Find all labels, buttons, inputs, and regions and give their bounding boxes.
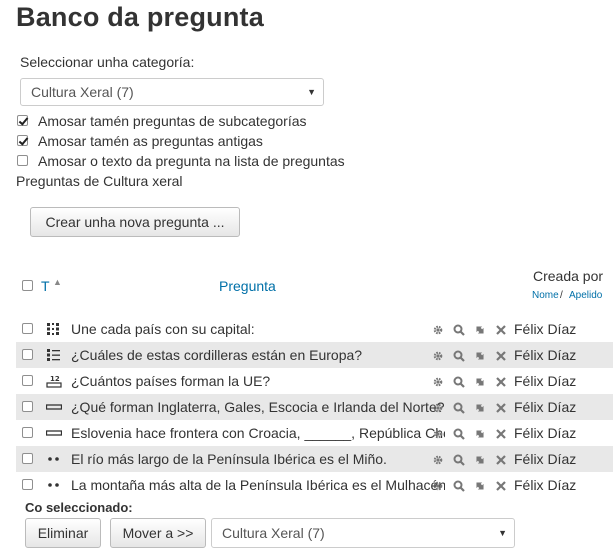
target-category-select[interactable]: Cultura Xeral (7) ▼ [211,518,515,548]
move-arrows-icon[interactable] [474,401,486,413]
table-row: Eslovenia hace frontera con Croacia, ___… [16,420,613,446]
show-old-questions-checkbox[interactable] [17,135,28,146]
select-all-checkbox[interactable] [22,280,33,291]
delete-x-icon[interactable] [495,323,507,335]
with-selected-label: Co seleccionado: [25,500,133,515]
table-row: 12 ¿Cuántos países forman la UE? Félix Día… [16,368,613,394]
move-arrows-icon[interactable] [474,479,486,491]
preview-magnifier-icon[interactable] [453,323,465,336]
row-select-checkbox[interactable] [22,349,33,360]
row-select-checkbox[interactable] [22,453,33,464]
move-arrows-icon[interactable] [474,323,486,335]
gear-icon[interactable] [432,401,444,413]
gear-icon[interactable] [432,349,444,361]
truefalse-icon [46,452,62,466]
delete-x-icon[interactable] [495,349,507,361]
shortanswer-icon [45,426,63,440]
row-select-checkbox[interactable] [22,479,33,490]
question-author: Félix Díaz [514,373,577,389]
show-old-questions-label: Amosar tamén as preguntas antigas [38,133,263,149]
move-arrows-icon[interactable] [474,375,486,387]
delete-x-icon[interactable] [495,375,507,387]
create-question-button[interactable]: Crear unha nova pregunta ... [30,207,240,237]
move-arrows-icon[interactable] [474,453,486,465]
row-select-checkbox[interactable] [22,427,33,438]
question-author: Félix Díaz [514,477,577,493]
question-text: El río más largo de la Península Ibérica… [71,451,387,467]
category-label: Seleccionar unha categoría: [20,54,195,70]
question-author: Félix Díaz [514,399,577,415]
sort-question-link[interactable]: Pregunta [219,278,276,294]
preview-magnifier-icon[interactable] [453,375,465,388]
question-author: Félix Díaz [514,451,577,467]
show-subcategories-label: Amosar tamén preguntas de subcategorías [38,113,307,129]
show-question-text-checkbox[interactable] [17,155,28,166]
gear-icon[interactable] [432,375,444,387]
svg-text:12: 12 [50,375,60,383]
preview-magnifier-icon[interactable] [453,349,465,362]
gear-icon[interactable] [432,427,444,439]
gear-icon[interactable] [432,453,444,465]
question-author: Félix Díaz [514,425,577,441]
question-text: La montaña más alta de la Península Ibér… [71,477,445,493]
row-select-checkbox[interactable] [22,401,33,412]
gear-icon[interactable] [432,479,444,491]
multichoice-icon [46,348,62,362]
table-row: La montaña más alta de la Península Ibér… [16,472,613,498]
delete-x-icon[interactable] [495,401,507,413]
matching-icon [46,322,62,336]
move-to-button[interactable]: Mover a >> [110,518,206,548]
show-question-text-label: Amosar o texto da pregunta na lista de p… [38,153,345,169]
preview-magnifier-icon[interactable] [453,479,465,492]
move-arrows-icon[interactable] [474,427,486,439]
created-by-header: Creada por [533,268,604,284]
table-row: Une cada país con su capital: Félix Díaz [16,316,613,342]
section-heading: Preguntas de Cultura xeral [16,173,183,189]
category-select[interactable]: Cultura Xeral (7) ▼ [20,78,324,106]
table-row: El río más largo de la Península Ibérica… [16,446,613,472]
delete-x-icon[interactable] [495,479,507,491]
question-author: Félix Díaz [514,347,577,363]
row-select-checkbox[interactable] [22,323,33,334]
numerical-icon: 12 [46,374,62,388]
show-subcategories-checkbox[interactable] [17,115,28,126]
sort-separator: / [560,290,563,301]
question-text: ¿Cuántos países forman la UE? [71,373,271,389]
gear-icon[interactable] [432,323,444,335]
question-author: Félix Díaz [514,321,577,337]
target-category-value: Cultura Xeral (7) [222,525,325,541]
move-arrows-icon[interactable] [474,349,486,361]
question-text: ¿Cuáles de estas cordilleras están en Eu… [71,347,363,363]
question-text: ¿Qué forman Inglaterra, Gales, Escocia e… [71,399,445,415]
preview-magnifier-icon[interactable] [453,453,465,466]
chevron-down-icon: ▼ [498,528,507,538]
sort-firstname-link[interactable]: Nome [532,290,559,301]
truefalse-icon [46,478,62,492]
sort-asc-icon: ▲ [53,277,62,287]
sort-type-link[interactable]: T [41,278,50,294]
table-row: ¿Cuáles de estas cordilleras están en Eu… [16,342,613,368]
table-row: ¿Qué forman Inglaterra, Gales, Escocia e… [16,394,613,420]
question-text: Eslovenia hace frontera con Croacia, ___… [71,425,445,441]
question-text: Une cada país con su capital: [71,321,255,337]
shortanswer-icon [45,400,63,414]
row-select-checkbox[interactable] [22,375,33,386]
delete-x-icon[interactable] [495,427,507,439]
chevron-down-icon: ▼ [307,87,316,97]
preview-magnifier-icon[interactable] [453,401,465,414]
sort-lastname-link[interactable]: Apelido [569,290,602,301]
preview-magnifier-icon[interactable] [453,427,465,440]
delete-x-icon[interactable] [495,453,507,465]
delete-button[interactable]: Eliminar [25,518,101,548]
category-select-value: Cultura Xeral (7) [31,84,134,100]
page-title: Banco da pregunta [16,2,264,32]
